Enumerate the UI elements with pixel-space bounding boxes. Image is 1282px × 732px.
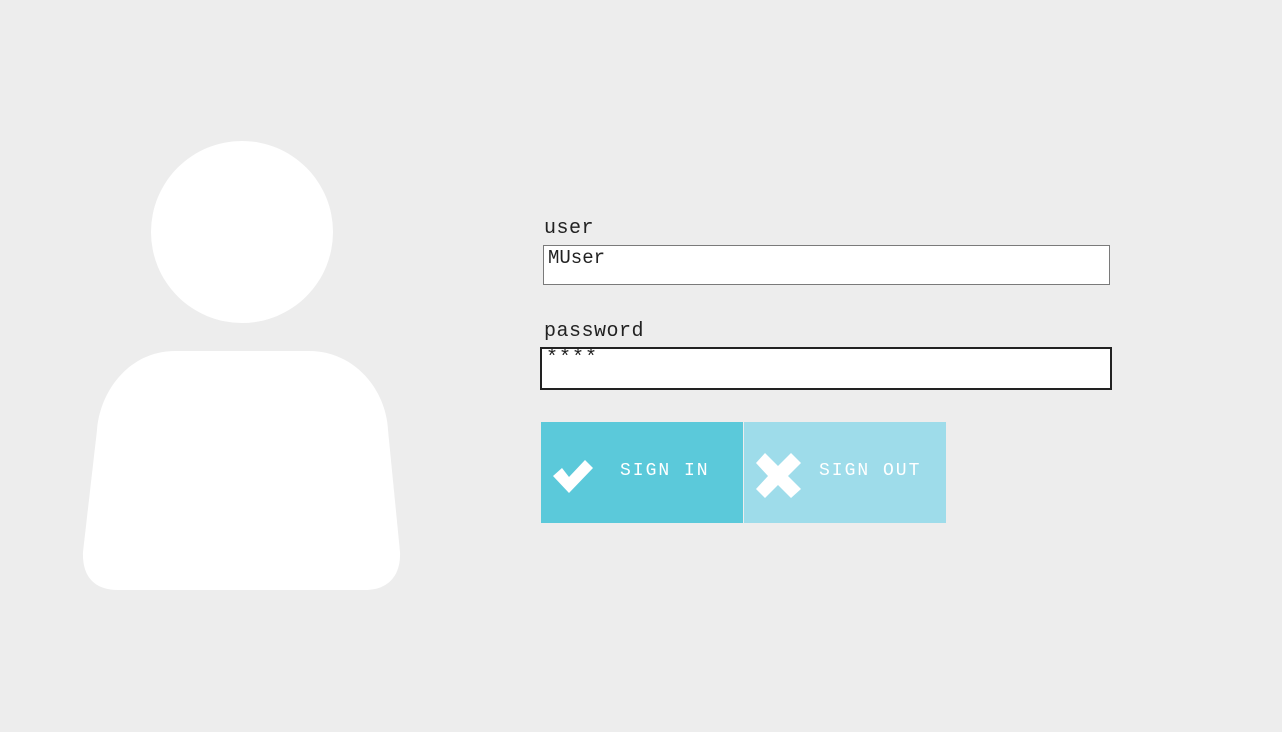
sign-in-button[interactable]: SIGN IN [541,422,743,523]
user-label: user [544,217,595,240]
sign-out-button[interactable]: SIGN OUT [744,422,946,523]
password-input[interactable]: **** [540,347,1112,390]
user-avatar-icon [80,140,404,592]
sign-out-label: SIGN OUT [819,461,922,481]
user-input[interactable]: MUser [543,245,1110,285]
checkmark-icon [549,450,597,498]
x-cross-icon [756,450,804,498]
password-label: password [544,320,645,343]
sign-in-label: SIGN IN [620,461,710,481]
